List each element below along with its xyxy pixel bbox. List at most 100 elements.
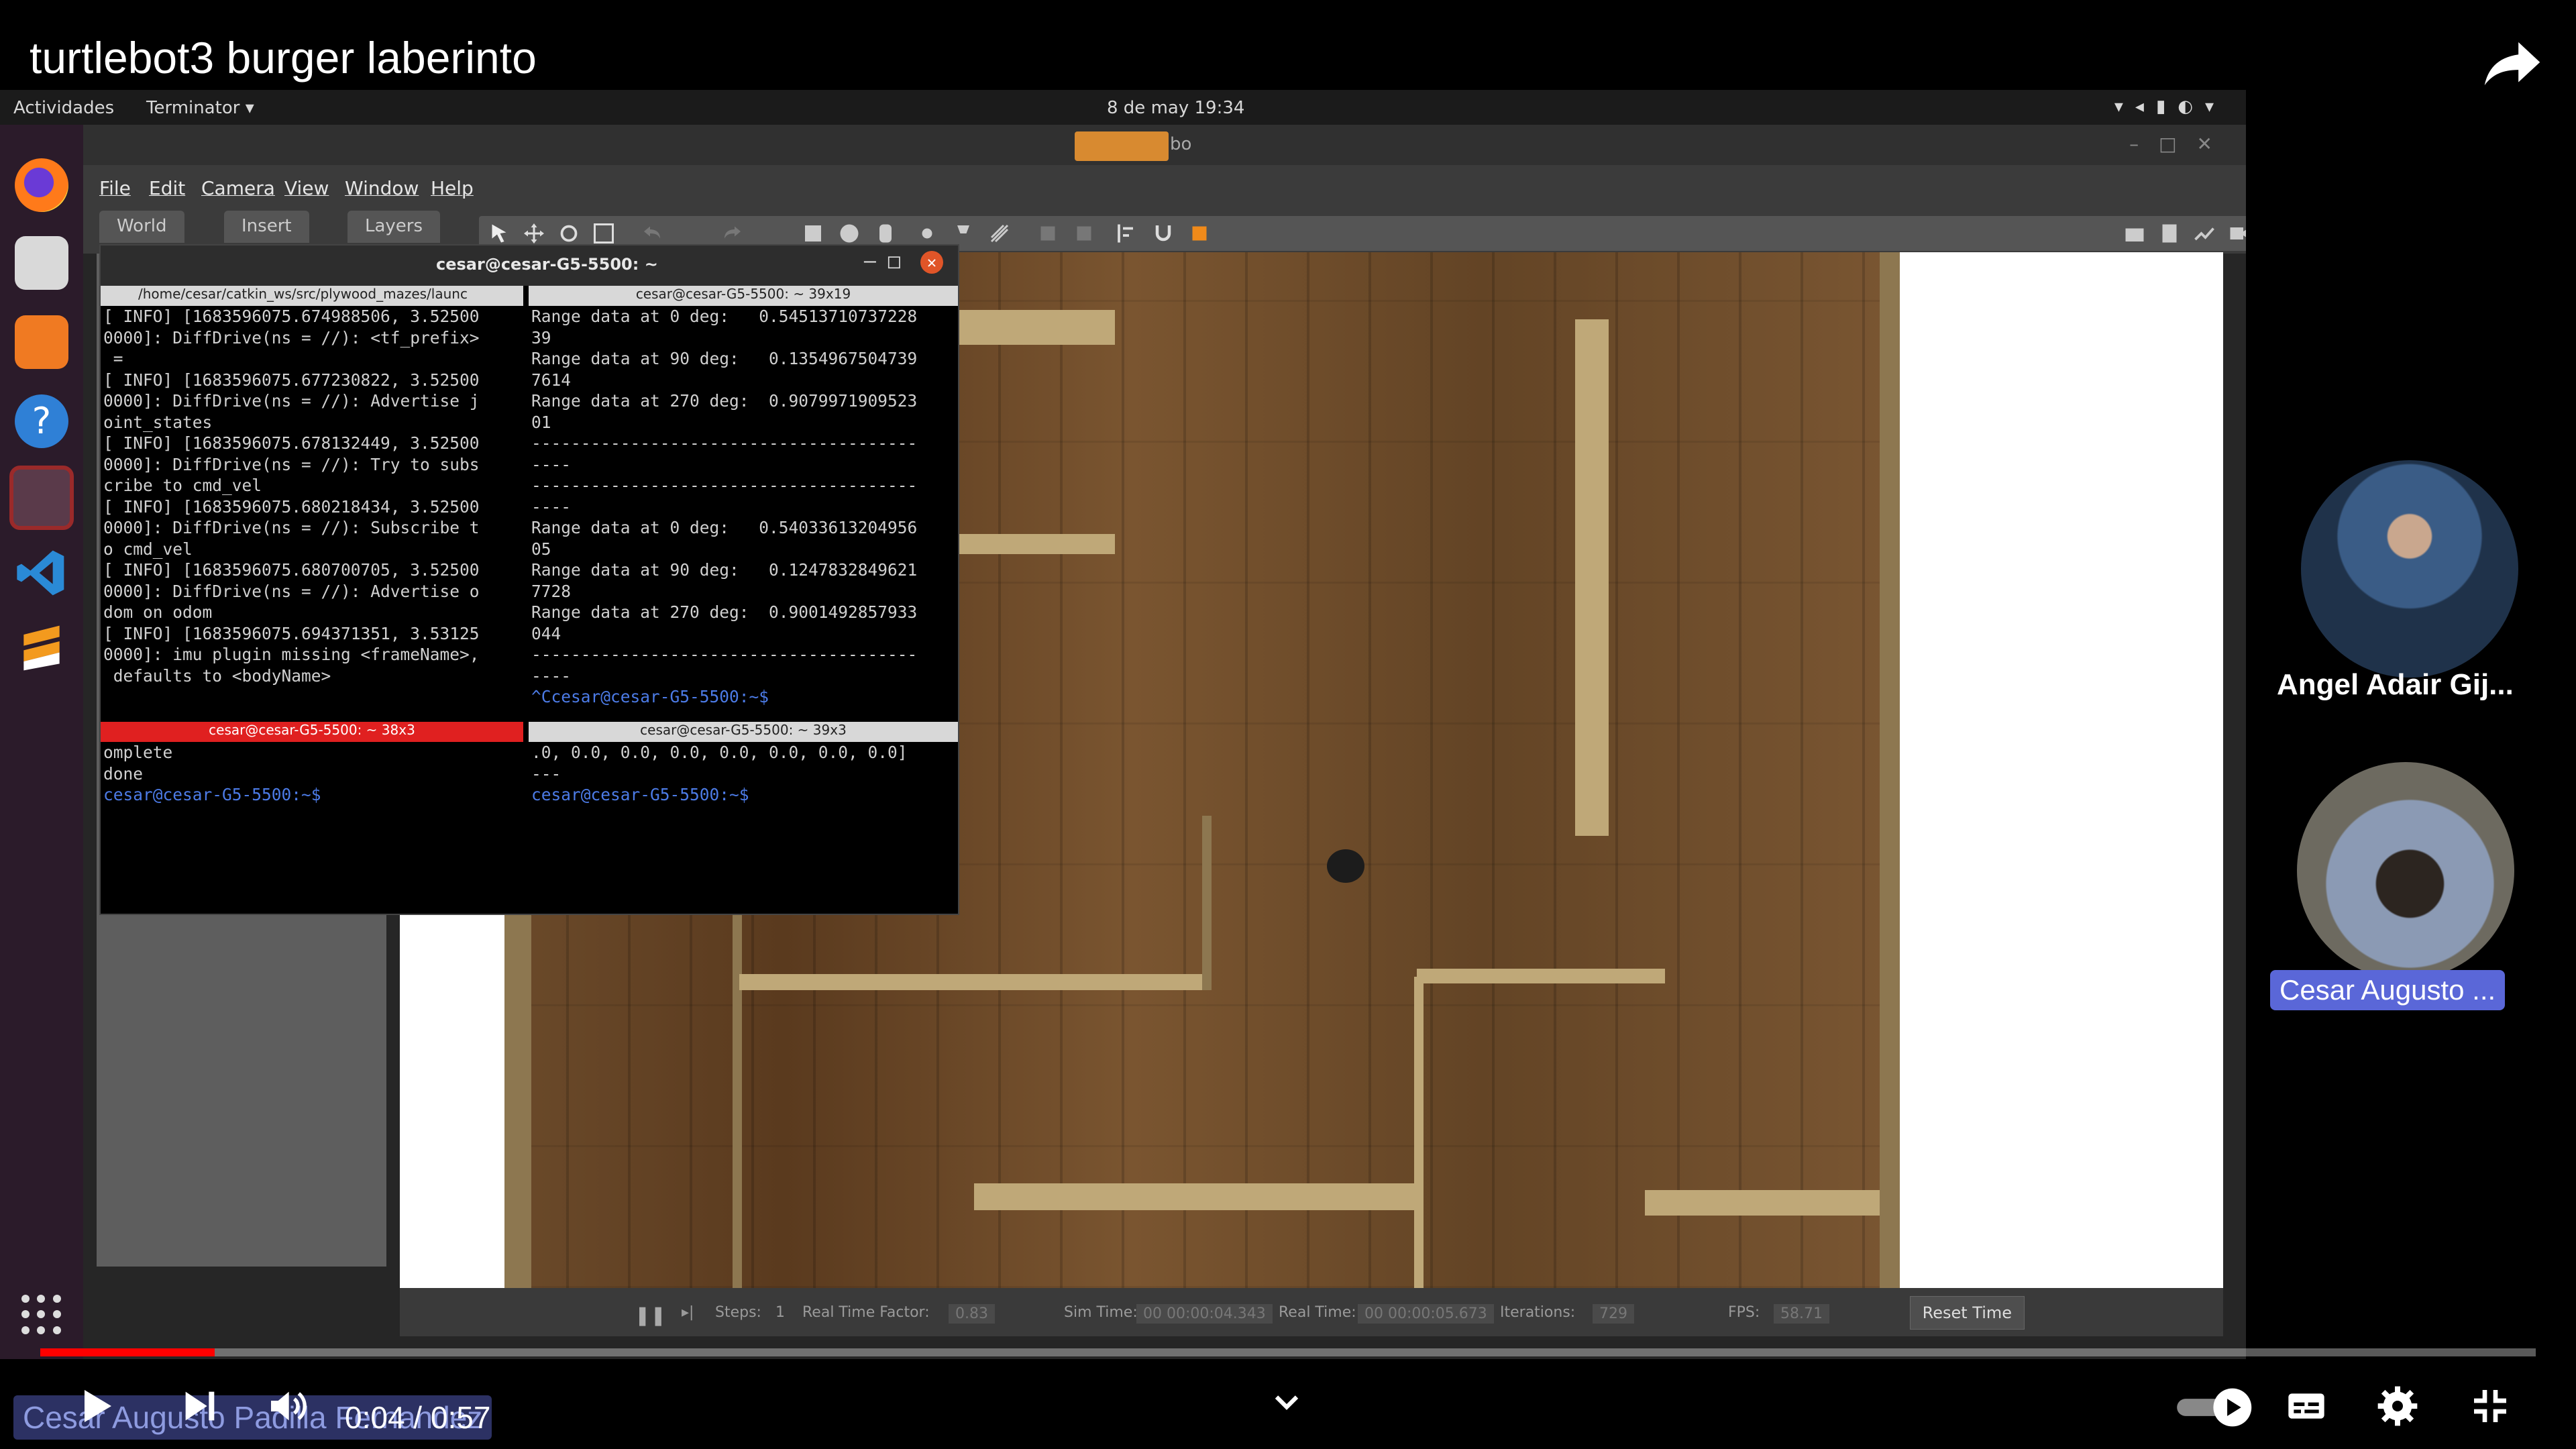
spot-light-icon[interactable] (951, 221, 975, 246)
exit-fullscreen-icon[interactable] (2469, 1385, 2512, 1428)
align-icon[interactable] (1115, 221, 1139, 246)
sphere-shape-icon[interactable] (837, 221, 861, 246)
settings-icon[interactable] (2376, 1385, 2419, 1428)
step-icon[interactable]: ▸| (682, 1304, 694, 1321)
participant-avatar[interactable] (2301, 460, 2518, 678)
video-frame[interactable]: Actividades Terminator ▾ 8 de may 19:34 … (0, 90, 2246, 1359)
select-tool-icon[interactable] (487, 221, 511, 246)
undo-icon[interactable] (640, 221, 664, 246)
progress-played (40, 1348, 215, 1356)
steps-value[interactable]: 1 (775, 1304, 785, 1321)
menu-help[interactable]: Help (431, 177, 474, 199)
fps-label: FPS: (1728, 1304, 1760, 1321)
gazebo-titlebar: bo –□✕ (83, 125, 2246, 165)
redo-icon[interactable] (720, 221, 745, 246)
window-controls[interactable]: –□✕ (2129, 133, 2233, 155)
reset-time-button[interactable]: Reset Time (1909, 1296, 2025, 1330)
turtlebot3-robot[interactable] (1327, 849, 1364, 883)
progress-bar[interactable] (40, 1348, 2536, 1356)
maze-wall (1414, 977, 1424, 1288)
participant-name: Angel Adair Gij... (2277, 668, 2514, 701)
menu-window[interactable]: Window (345, 177, 419, 199)
participant-avatar[interactable] (2297, 762, 2514, 979)
terminator-icon[interactable] (9, 466, 74, 530)
pause-icon[interactable]: ❚❚ (635, 1304, 666, 1326)
iterations-label: Iterations: (1500, 1304, 1576, 1321)
terminal-output: [ INFO] [1683596075.674988506, 3.52500 0… (103, 307, 480, 686)
steps-label: Steps: (715, 1304, 761, 1321)
share-icon[interactable] (2475, 27, 2549, 101)
activities-button[interactable]: Actividades (13, 98, 114, 118)
record-video-icon[interactable] (2227, 221, 2246, 246)
terminal-pane-3[interactable]: cesar@cesar-G5-5500: ~ 38x3 omplete done… (101, 722, 523, 822)
software-icon[interactable] (15, 315, 68, 369)
gazebo-status-bar: ❚❚ ▸| Steps: 1 Real Time Factor: 0.83 Si… (400, 1288, 2223, 1336)
pane-header: cesar@cesar-G5-5500: ~ 39x3 (529, 722, 958, 742)
log-icon[interactable] (2157, 221, 2182, 246)
clock[interactable]: 8 de may 19:34 (1107, 98, 1244, 118)
tab-layers[interactable]: Layers (347, 211, 441, 243)
time-current: 0:04 (345, 1400, 405, 1435)
volume-icon[interactable] (266, 1385, 309, 1428)
vscode-icon[interactable] (15, 546, 68, 600)
sublime-icon[interactable] (15, 621, 68, 675)
fps-value: 58.71 (1774, 1304, 1829, 1324)
plot-icon[interactable] (2192, 221, 2216, 246)
scale-tool-icon[interactable] (592, 221, 616, 246)
help-icon[interactable]: ? (15, 394, 68, 448)
time-separator: / (405, 1400, 431, 1435)
gnome-top-bar: Actividades Terminator ▾ 8 de may 19:34 … (0, 90, 2246, 125)
terminal-pane-2[interactable]: cesar@cesar-G5-5500: ~ 39x19 Range data … (529, 286, 958, 715)
tab-insert[interactable]: Insert (224, 211, 309, 243)
rotate-tool-icon[interactable] (557, 221, 581, 246)
pane-header-active: cesar@cesar-G5-5500: ~ 38x3 (101, 722, 523, 742)
terminal-prompt: ^Ccesar@cesar-G5-5500:~$ (531, 687, 779, 706)
menu-file[interactable]: File (99, 177, 131, 199)
translate-tool-icon[interactable] (522, 221, 546, 246)
terminator-window-controls[interactable]: – □ ✕ (864, 250, 943, 274)
copy-icon[interactable] (1036, 221, 1060, 246)
sim-time-value: 00 00:00:04.343 (1136, 1304, 1273, 1324)
menu-view[interactable]: View (284, 177, 329, 199)
snap-icon[interactable] (1151, 221, 1175, 246)
box-shape-icon[interactable] (801, 221, 825, 246)
maze-wall (1202, 816, 1212, 990)
video-title: turtlebot3 burger laberinto (30, 33, 537, 83)
terminal-output: .0, 0.0, 0.0, 0.0, 0.0, 0.0, 0.0, 0.0] -… (531, 743, 908, 784)
firefox-icon[interactable] (15, 158, 68, 212)
pane-header: /home/cesar/catkin_ws/src/plywood_mazes/… (101, 286, 523, 306)
time-display: 0:04 / 0:57 (345, 1399, 490, 1436)
apps-grid-icon[interactable] (21, 1295, 62, 1335)
terminator-title: cesar@cesar-G5-5500: ~ (436, 255, 658, 274)
close-icon[interactable]: ✕ (920, 251, 943, 274)
subtitles-icon[interactable] (2285, 1385, 2328, 1428)
point-light-icon[interactable] (915, 221, 939, 246)
terminator-window[interactable]: cesar@cesar-G5-5500: ~ – □ ✕ /home/cesar/… (99, 244, 959, 915)
paste-icon[interactable] (1072, 221, 1096, 246)
iterations-value: 729 (1593, 1304, 1634, 1324)
tab-world[interactable]: World (99, 211, 184, 243)
autoplay-toggle-icon[interactable] (2174, 1386, 2257, 1429)
terminal-pane-1[interactable]: /home/cesar/catkin_ws/src/plywood_mazes/… (101, 286, 523, 715)
chevron-down-icon[interactable] (1267, 1382, 1307, 1422)
gazebo-title: bo (1170, 134, 1192, 154)
directional-light-icon[interactable] (987, 221, 1012, 246)
next-icon[interactable] (178, 1385, 221, 1428)
terminator-titlebar: cesar@cesar-G5-5500: ~ – □ ✕ (101, 246, 958, 286)
menu-edit[interactable]: Edit (149, 177, 185, 199)
files-icon[interactable] (15, 236, 68, 290)
play-icon[interactable] (74, 1385, 117, 1428)
terminal-output: Range data at 0 deg: 0.54513710737228 39… (531, 307, 918, 686)
system-tray[interactable]: ▾◂▮◐▾ (2114, 97, 2226, 117)
maze-wall (739, 974, 1209, 990)
menu-camera[interactable]: Camera (201, 177, 275, 199)
gazebo-app-icon (1075, 131, 1169, 161)
maze-wall (1880, 252, 1900, 1288)
sim-time-label: Sim Time: (1064, 1304, 1138, 1321)
app-menu[interactable]: Terminator ▾ (146, 98, 254, 118)
terminal-pane-4[interactable]: cesar@cesar-G5-5500: ~ 39x3 .0, 0.0, 0.0… (529, 722, 958, 822)
cylinder-shape-icon[interactable] (873, 221, 898, 246)
change-view-icon[interactable] (1187, 221, 1212, 246)
terminal-output: omplete done (103, 743, 173, 784)
screenshot-icon[interactable] (2123, 221, 2147, 246)
